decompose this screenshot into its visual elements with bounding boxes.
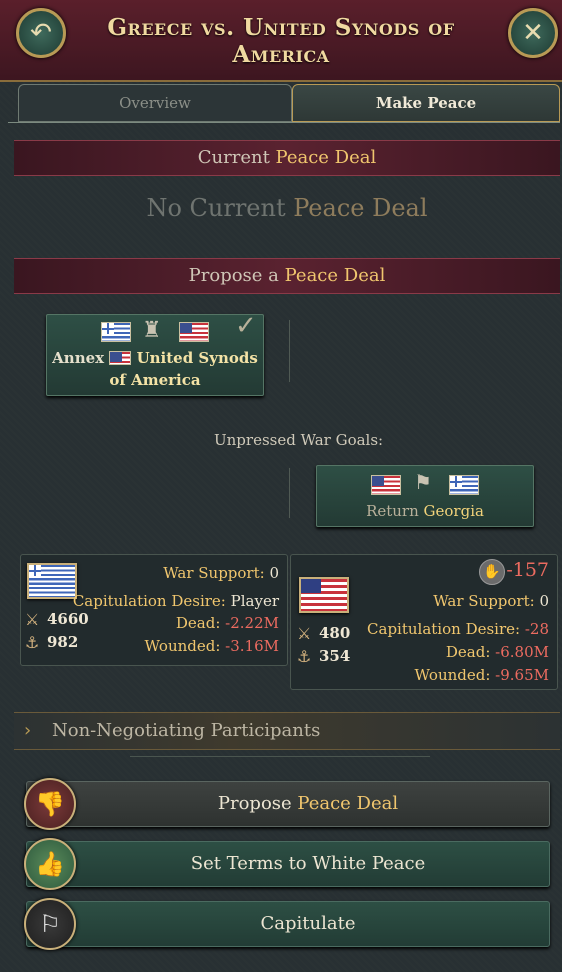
greece-wounded: Wounded: -3.16M: [145, 637, 279, 655]
capitulation-label-2: Capitulation Desire:: [367, 620, 525, 638]
white-peace-button[interactable]: 👍 Set Terms to White Peace: [24, 838, 550, 890]
check-icon: ✓: [235, 311, 257, 341]
tab-make-peace[interactable]: Make Peace: [292, 84, 560, 122]
propose-button-label: Propose Peace Deal: [67, 782, 549, 826]
usa-large-flag-icon[interactable]: [299, 577, 349, 613]
usa-capitulation: Capitulation Desire: -28: [367, 620, 549, 638]
greece-capitulation: Capitulation Desire: Player: [73, 592, 279, 610]
back-icon: ↶: [30, 18, 52, 48]
war-goal-icon: ♜: [142, 318, 162, 343]
dead-value-2: -6.80M: [495, 643, 549, 661]
capitulation-value: Player: [230, 592, 279, 610]
return-goal-action: Return: [366, 502, 424, 520]
wounded-value: -3.16M: [225, 637, 279, 655]
return-goal-text: Return Georgia: [317, 502, 533, 520]
current-deal-highlight: Peace Deal: [275, 147, 377, 168]
war-support-value-2: 0: [539, 592, 549, 610]
greece-flag-icon: [101, 322, 131, 342]
wounded-label: Wounded:: [144, 637, 226, 655]
army-icon: ⚔: [25, 610, 40, 629]
usa-dead: Dead: -6.80M: [446, 643, 549, 661]
greece-navy-count: 982: [47, 633, 79, 651]
panel-title: Greece vs. United Synods of America: [107, 14, 455, 68]
usa-flag-icon: [179, 322, 209, 342]
propose-deal-highlight: Peace Deal: [284, 265, 386, 286]
return-goal-target: Georgia: [423, 502, 484, 520]
army-icon-2: ⚔: [297, 624, 312, 643]
unpressed-war-goals-label: Unpressed War Goals:: [214, 431, 384, 449]
chevron-right-icon: ›: [24, 720, 32, 741]
no-current-deal-text: No Current Peace Deal: [14, 194, 560, 222]
usa-navy-count: 354: [319, 647, 351, 665]
navy-icon: ⚓: [25, 633, 40, 652]
tab-divider: [8, 122, 560, 123]
war-support-label: War Support:: [163, 564, 270, 582]
war-goal-target-1: United Synods: [136, 349, 258, 367]
return-state-icon: ⚑: [414, 470, 432, 494]
greece-army-count: 4660: [47, 610, 89, 628]
current-deal-header: Current Peace Deal: [14, 140, 560, 176]
peace-score-icon: ✋: [479, 559, 505, 585]
propose-label-highlight: Peace Deal: [297, 793, 399, 814]
current-deal-label: Current: [197, 147, 276, 168]
dead-value: -2.22M: [225, 614, 279, 632]
tab-bar: Overview Make Peace: [14, 84, 560, 122]
usa-war-support: War Support: 0: [433, 592, 549, 610]
section-ornament: [130, 756, 430, 757]
white-peace-label: Set Terms to White Peace: [190, 853, 426, 874]
war-goal-return-card[interactable]: ⚑ Return Georgia: [316, 465, 534, 527]
non-negotiating-participants-header[interactable]: › Non-Negotiating Participants: [14, 712, 560, 750]
greece-large-flag-icon[interactable]: [27, 563, 77, 599]
back-button[interactable]: ↶: [16, 8, 66, 58]
tab-overview[interactable]: Overview: [18, 84, 292, 122]
dead-label-2: Dead:: [445, 643, 496, 661]
propose-label-text: Propose: [217, 793, 298, 814]
greece-flag-icon-2: [449, 475, 479, 495]
navy-icon-2: ⚓: [297, 647, 312, 666]
goal-divider: [289, 320, 290, 382]
propose-deal-label: Propose a: [188, 265, 285, 286]
panel-header: ↶ Greece vs. United Synods of America ✕: [0, 0, 562, 82]
usa-stats-panel: ✋ -157 ⚔ 480 ⚓ 354 War Support: 0 Capitu…: [290, 554, 558, 690]
dead-label: Dead:: [175, 614, 226, 632]
war-goal-text: Annex United Synods of America: [47, 347, 263, 391]
war-goal-target-2: of America: [109, 371, 201, 389]
non-negotiating-label: Non-Negotiating Participants: [52, 720, 321, 741]
usa-flag-icon-2: [371, 475, 401, 495]
goal-divider-2: [289, 468, 290, 518]
no-deal-highlight: Peace Deal: [293, 194, 428, 222]
capitulate-button[interactable]: ⚐ Capitulate: [24, 898, 550, 950]
war-support-label-2: War Support:: [433, 592, 540, 610]
greece-war-support: War Support: 0: [163, 564, 279, 582]
close-button[interactable]: ✕: [508, 8, 558, 58]
wounded-label-2: Wounded:: [414, 666, 496, 684]
propose-deal-header: Propose a Peace Deal: [14, 258, 560, 294]
capitulation-value-2: -28: [524, 620, 549, 638]
war-goal-annex-card[interactable]: ♜ ✓ Annex United Synods of America: [46, 311, 264, 396]
propose-peace-deal-button[interactable]: 👎 Propose Peace Deal: [24, 778, 550, 830]
no-deal-label: No Current: [146, 194, 294, 222]
usa-army-count: 480: [319, 624, 351, 642]
capitulate-label: Capitulate: [260, 913, 356, 934]
war-support-value: 0: [269, 564, 279, 582]
greece-dead: Dead: -2.22M: [176, 614, 279, 632]
close-icon: ✕: [522, 18, 544, 48]
usa-wounded: Wounded: -9.65M: [415, 666, 549, 684]
usa-small-flag-icon: [109, 351, 132, 365]
war-goal-action: Annex: [52, 349, 105, 367]
greece-stats-panel: ⚔ 4660 ⚓ 982 War Support: 0 Capitulation…: [20, 554, 288, 666]
peace-score-value: -157: [506, 559, 549, 581]
wounded-value-2: -9.65M: [495, 666, 549, 684]
capitulation-label: Capitulation Desire:: [72, 592, 231, 610]
